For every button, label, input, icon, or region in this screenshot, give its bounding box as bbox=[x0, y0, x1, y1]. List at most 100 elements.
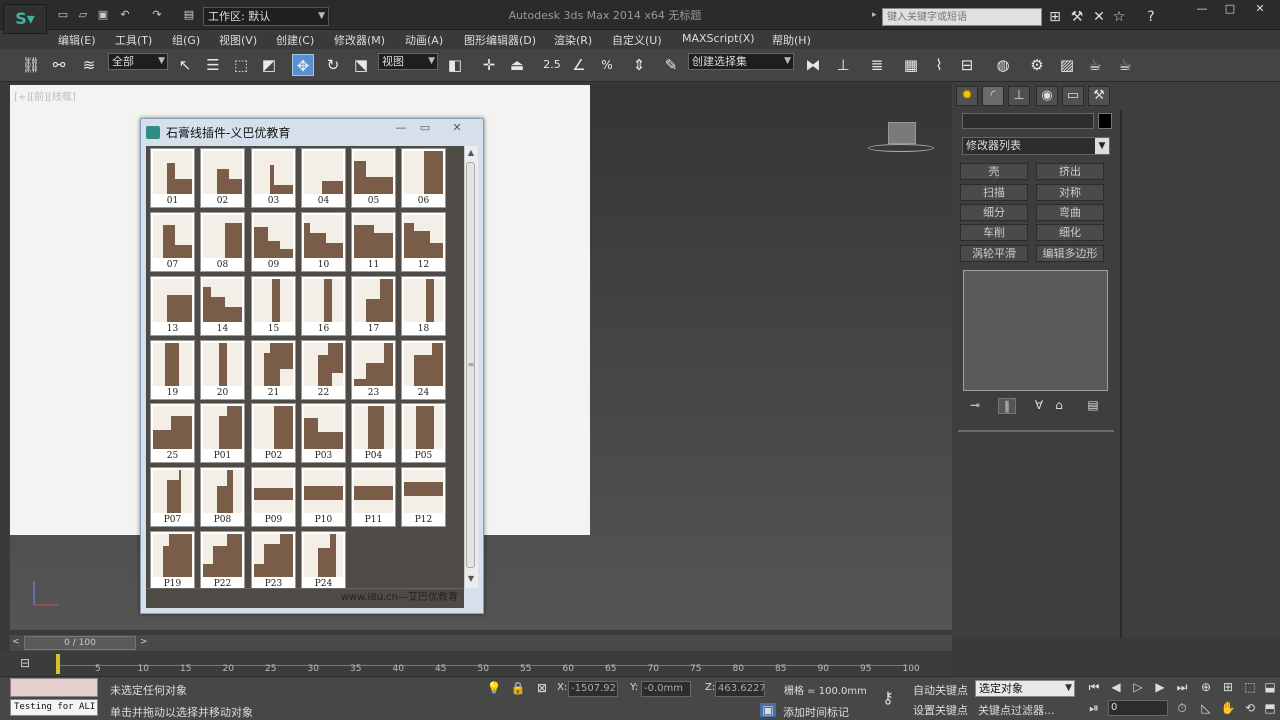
y-coordinate-field[interactable]: -0.0mm bbox=[641, 681, 691, 697]
profile-tile[interactable]: 11 bbox=[351, 212, 396, 272]
modifier-button-turbosmooth[interactable]: 涡轮平滑 bbox=[960, 245, 1028, 262]
profile-tile[interactable]: P04 bbox=[351, 403, 396, 463]
redo-icon[interactable]: ↷ bbox=[150, 9, 164, 21]
profile-tile[interactable]: 08 bbox=[200, 212, 245, 272]
pin-stack-icon[interactable]: ⊸ bbox=[966, 398, 984, 414]
next-frame-icon[interactable]: ▶ bbox=[1152, 680, 1168, 694]
plugin-maximize-icon[interactable]: ▭ bbox=[414, 120, 436, 135]
key-filter-object-dropdown[interactable]: 选定对象 ▼ bbox=[975, 680, 1075, 697]
profile-tile[interactable]: P08 bbox=[200, 467, 245, 527]
modifier-button-lathe[interactable]: 车削 bbox=[960, 224, 1028, 241]
time-slider[interactable] bbox=[10, 635, 952, 651]
go-to-start-icon[interactable]: ⏮ bbox=[1086, 680, 1102, 695]
close-window-icon[interactable]: ✕ bbox=[1248, 3, 1272, 15]
motion-tab-icon[interactable]: ◉ bbox=[1036, 86, 1058, 106]
maximize-window-icon[interactable]: □ bbox=[1218, 3, 1242, 15]
modify-tab-icon[interactable]: ◜ bbox=[982, 86, 1004, 106]
set-key-icon[interactable]: ⚷ bbox=[880, 688, 896, 707]
utilities-tab-icon[interactable]: ⚒ bbox=[1088, 86, 1110, 106]
communication-center-icon[interactable]: ✕ bbox=[1090, 8, 1108, 26]
profile-tile[interactable]: 07 bbox=[150, 212, 195, 272]
profile-tile[interactable]: 09 bbox=[251, 212, 296, 272]
profile-tile[interactable]: 01 bbox=[150, 148, 195, 208]
profile-tile[interactable]: 16 bbox=[301, 276, 346, 336]
key-filters-button[interactable]: 关键点过滤器... bbox=[978, 702, 1055, 718]
current-frame-field[interactable]: 0 bbox=[1108, 700, 1168, 716]
viewcube-ring[interactable] bbox=[868, 144, 934, 152]
spinner-snap-icon[interactable]: ⇕ bbox=[628, 54, 650, 76]
object-name-field[interactable] bbox=[962, 113, 1094, 129]
orbit-icon[interactable]: ⟲ bbox=[1242, 701, 1258, 715]
scroll-up-icon[interactable]: ▲ bbox=[466, 148, 476, 160]
viewport-label[interactable]: [+][前][线框] bbox=[14, 88, 76, 103]
menu-maxscript[interactable]: MAXScript(X) bbox=[682, 32, 755, 45]
rectangle-selection-icon[interactable]: ⬚ bbox=[230, 54, 252, 76]
keyboard-shortcut-override-icon[interactable]: ⏏ bbox=[506, 54, 528, 76]
project-folder-icon[interactable]: ▤ bbox=[182, 9, 196, 21]
rendered-frame-window-icon[interactable]: ▨ bbox=[1056, 54, 1078, 76]
percent-snap-icon[interactable]: % bbox=[596, 54, 618, 76]
profile-tile[interactable]: 02 bbox=[200, 148, 245, 208]
profile-tile[interactable]: 10 bbox=[301, 212, 346, 272]
graphite-ribbon-icon[interactable]: ▦ bbox=[900, 54, 922, 76]
select-and-manipulate-icon[interactable]: ✛ bbox=[478, 54, 500, 76]
viewcube-icon[interactable] bbox=[888, 122, 916, 144]
minimize-window-icon[interactable]: — bbox=[1190, 3, 1214, 15]
display-tab-icon[interactable]: ▭ bbox=[1062, 86, 1084, 106]
object-color-swatch[interactable] bbox=[1098, 113, 1112, 129]
modifier-button-subdivide[interactable]: 细分 bbox=[960, 204, 1028, 221]
pan-view-icon[interactable]: ✋ bbox=[1220, 701, 1236, 715]
binoculars-icon[interactable]: ⊞ bbox=[1046, 8, 1064, 26]
named-selection-set-dropdown[interactable]: 创建选择集 ▼ bbox=[688, 53, 794, 70]
menu-help[interactable]: 帮助(H) bbox=[772, 32, 811, 48]
menu-rendering[interactable]: 渲染(R) bbox=[554, 32, 592, 48]
configure-modifier-sets-icon[interactable]: ▤ bbox=[1084, 398, 1102, 414]
menu-graph-editors[interactable]: 图形编辑器(D) bbox=[464, 32, 536, 48]
profile-tile[interactable]: P02 bbox=[251, 403, 296, 463]
zoom-all-icon[interactable]: ⊞ bbox=[1220, 680, 1236, 694]
favorites-star-icon[interactable]: ☆ bbox=[1110, 8, 1128, 26]
maximize-viewport-icon[interactable]: ⬒ bbox=[1262, 701, 1278, 715]
layer-manager-icon[interactable]: ≣ bbox=[866, 54, 888, 76]
material-editor-icon[interactable]: ◍ bbox=[992, 54, 1014, 76]
mirror-icon[interactable]: ⧓ bbox=[802, 54, 824, 76]
key-mode-toggle-icon[interactable]: ⏯ bbox=[1086, 701, 1102, 716]
profile-tile[interactable]: 03 bbox=[251, 148, 296, 208]
make-unique-icon[interactable]: ∀ bbox=[1030, 398, 1048, 414]
menu-create[interactable]: 创建(C) bbox=[276, 32, 314, 48]
time-slider-thumb[interactable]: 0 / 100 bbox=[24, 636, 136, 650]
profile-tile[interactable]: 20 bbox=[200, 340, 245, 400]
modifier-button-bend[interactable]: 弯曲 bbox=[1036, 204, 1104, 221]
play-icon[interactable]: ▷ bbox=[1130, 680, 1146, 694]
bind-space-warp-icon[interactable]: ≋ bbox=[78, 54, 100, 76]
maxscript-listener-input[interactable]: Testing for ALI bbox=[10, 699, 98, 716]
schematic-view-icon[interactable]: ⊟ bbox=[956, 54, 978, 76]
render-production-icon[interactable]: ☕ bbox=[1084, 54, 1106, 76]
absolute-mode-icon[interactable]: ⊠ bbox=[534, 681, 550, 695]
modifier-list-dropdown[interactable]: 修改器列表 ▼ bbox=[962, 137, 1110, 155]
reference-coordinate-dropdown[interactable]: 视图 ▼ bbox=[378, 53, 438, 70]
menu-group[interactable]: 组(G) bbox=[172, 32, 200, 48]
isolate-selection-icon[interactable]: 💡 bbox=[486, 681, 502, 695]
edit-named-selection-icon[interactable]: ✎ bbox=[660, 54, 682, 76]
profile-tile[interactable]: P24 bbox=[301, 531, 346, 591]
profile-tile[interactable]: 04 bbox=[301, 148, 346, 208]
modifier-button-symmetry[interactable]: 对称 bbox=[1036, 184, 1104, 201]
profile-tile[interactable]: 05 bbox=[351, 148, 396, 208]
profile-tile[interactable]: P11 bbox=[351, 467, 396, 527]
profile-tile[interactable]: P09 bbox=[251, 467, 296, 527]
render-iterative-icon[interactable]: ☕ bbox=[1114, 54, 1136, 76]
go-to-end-icon[interactable]: ⏭ bbox=[1174, 680, 1190, 695]
modifier-button-tessellate[interactable]: 细化 bbox=[1036, 224, 1104, 241]
modifier-button-edit-poly[interactable]: 编辑多边形 bbox=[1036, 245, 1104, 262]
plugin-minimize-icon[interactable]: — bbox=[390, 120, 412, 135]
profile-tile[interactable]: P05 bbox=[401, 403, 446, 463]
profile-tile[interactable]: 17 bbox=[351, 276, 396, 336]
x-coordinate-field[interactable]: -1507.922 bbox=[568, 681, 618, 697]
time-slider-prev-icon[interactable]: < bbox=[12, 637, 20, 647]
profile-tile[interactable]: P19 bbox=[150, 531, 195, 591]
expand-search-icon[interactable]: ▸ bbox=[872, 10, 877, 20]
select-by-name-icon[interactable]: ☰ bbox=[202, 54, 224, 76]
previous-frame-icon[interactable]: ◀ bbox=[1108, 680, 1124, 694]
new-file-icon[interactable]: ▭ bbox=[56, 9, 70, 21]
